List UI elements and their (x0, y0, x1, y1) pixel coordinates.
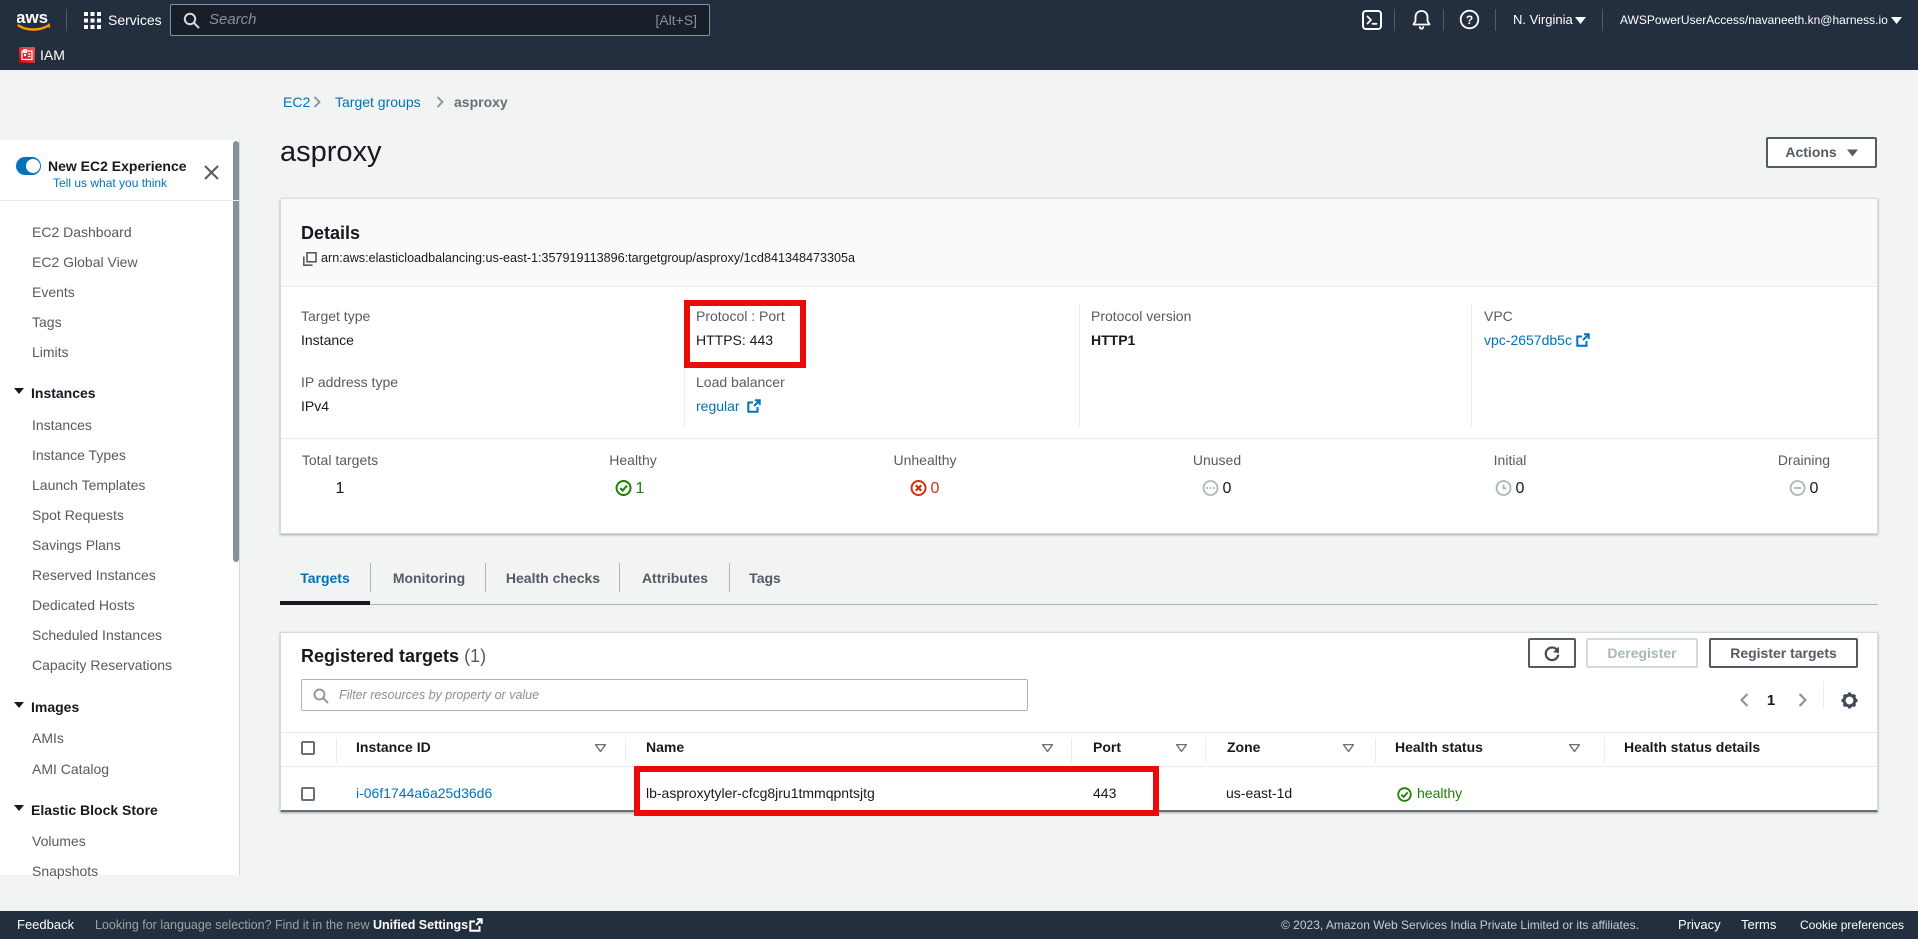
svg-text:aws: aws (17, 8, 48, 27)
svg-text:?: ? (1466, 13, 1473, 27)
